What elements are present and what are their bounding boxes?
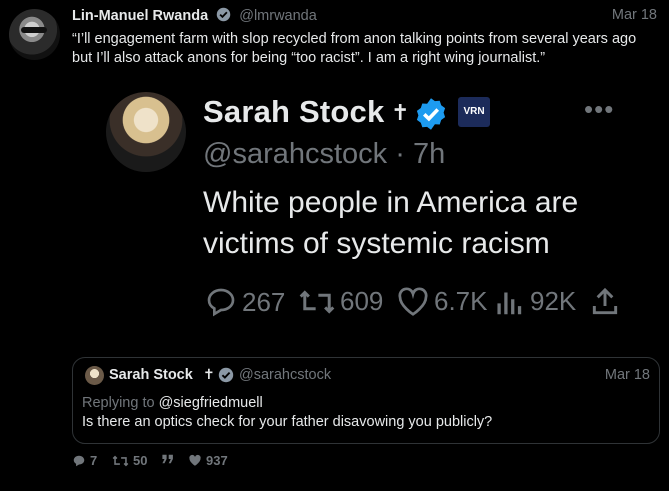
screenshot-views: 92K [494,286,576,317]
reply-count: 7 [90,453,98,468]
screenshot-view-count: 92K [530,286,577,316]
reply-button[interactable]: 7 [72,453,97,468]
reply-icon [73,455,85,466]
post-date[interactable]: Mar 18 [612,7,657,23]
repost-icon [112,455,129,466]
screenshot-verified-icon [413,96,449,137]
screenshot-author-name: Sarah Stock [203,94,385,129]
quoted-cross-icon: ✝ [203,366,215,382]
heart-icon [189,454,201,466]
more-options-icon: ••• [584,94,615,124]
quote-button[interactable] [161,453,179,465]
post-text: “I’ll engagement farm with slop recycled… [72,31,637,66]
screenshot-like-count: 6.7K [434,286,488,316]
screenshot-reply-count: 267 [242,286,286,317]
quote-icon [162,454,173,464]
replying-prefix: Replying to [82,395,159,411]
post-header: Lin-Manuel Rwanda @lmrwanda Mar 18 [72,7,657,25]
replying-to-mention[interactable]: @siegfriedmuell [159,395,263,411]
screenshot-action-bar: 267 609 6.7K 92K [204,286,634,326]
repost-icon [299,289,335,314]
quoted-text: Is there an optics check for your father… [82,414,493,430]
quoted-author-name: Sarah Stock [109,367,193,383]
author-avatar[interactable] [9,9,60,60]
author-handle[interactable]: @lmrwanda [239,8,317,24]
like-count: 937 [206,453,228,468]
quoted-verified-icon [218,367,234,388]
repost-button[interactable]: 50 [112,453,147,468]
screenshot-reposts: 609 [298,286,383,317]
screenshot-tweet-text: White people in America are victims of s… [203,186,579,260]
embedded-screenshot[interactable]: Sarah Stock ✝ VRN ••• @sarahcstock · 7h … [100,80,660,340]
like-button[interactable]: 937 [188,453,228,468]
quoted-avatar [85,366,104,385]
heart-icon [398,286,428,316]
author-name[interactable]: Lin-Manuel Rwanda [72,8,208,24]
verified-badge-icon [216,7,231,26]
replying-to-line: Replying to @siegfriedmuell [82,395,263,411]
screenshot-replies: 267 [204,286,285,318]
screenshot-avatar [106,92,186,172]
screenshot-handle-time: @sarahcstock · 7h [203,138,446,170]
quoted-tweet[interactable]: Sarah Stock ✝ @sarahcstock Mar 18 Replyi… [72,357,660,444]
screenshot-repost-count: 609 [340,286,384,316]
views-icon [497,291,522,314]
reply-icon [207,288,235,317]
quoted-date: Mar 18 [604,367,650,383]
repost-count: 50 [133,453,148,468]
screenshot-likes: 6.7K [396,286,488,317]
screenshot-cross-icon: ✝ [391,100,410,125]
screenshot-affiliate-badge: VRN [458,97,490,127]
share-icon [588,286,626,318]
quoted-handle: @sarahcstock [239,367,332,383]
